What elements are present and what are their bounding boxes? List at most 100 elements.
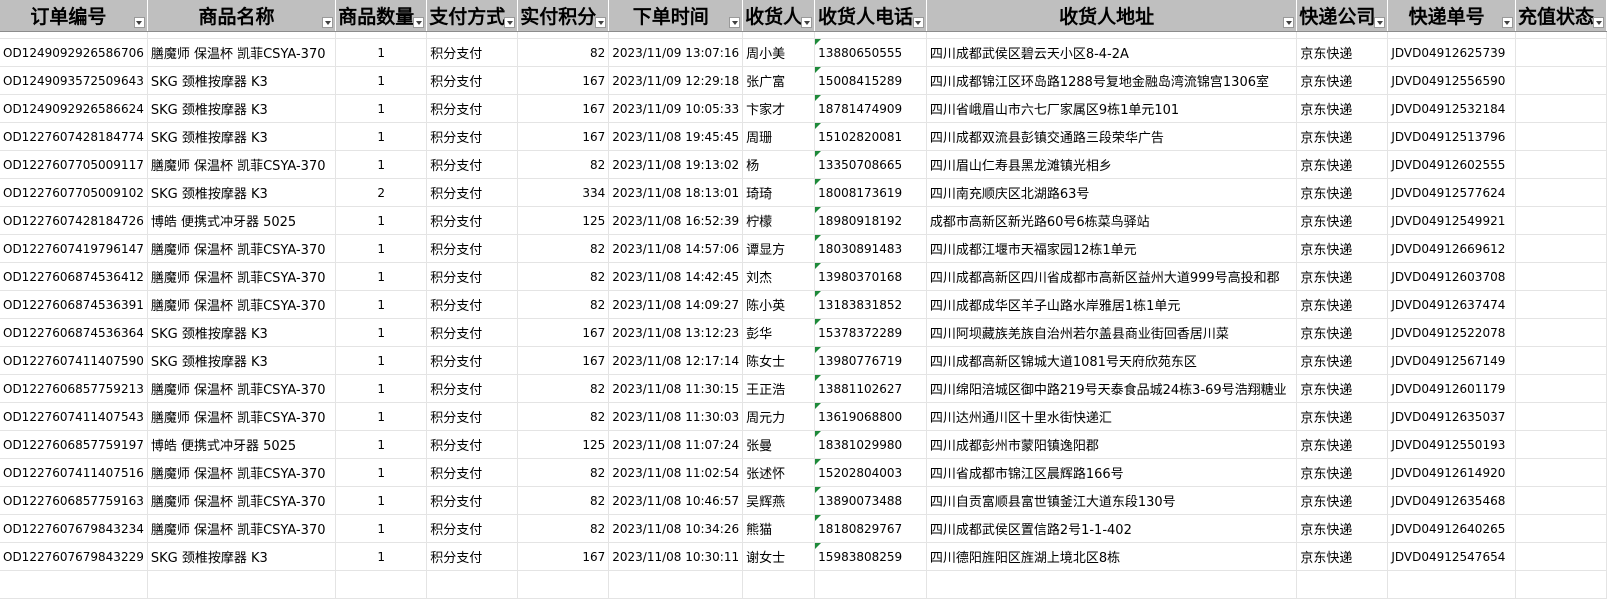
empty-cell[interactable] xyxy=(517,570,610,599)
empty-cell[interactable] xyxy=(1387,31,1516,39)
cell-product-name[interactable]: 膳魔师 保温杯 凯菲CSYA-370 xyxy=(147,150,337,179)
cell-tracking-number[interactable]: JDVD04912603708 xyxy=(1387,262,1516,291)
cell-tracking-number[interactable]: JDVD04912549921 xyxy=(1387,206,1516,235)
header-payment-method[interactable]: 支付方式 xyxy=(426,0,519,32)
cell-order-id[interactable]: OD1227606874536364 xyxy=(0,318,148,347)
cell-payment-method[interactable]: 积分支付 xyxy=(426,150,519,179)
cell-order-id[interactable]: OD1249093572509643 xyxy=(0,66,148,95)
cell-recipient-address[interactable]: 四川南充顺庆区北湖路63号 xyxy=(926,178,1298,207)
cell-courier[interactable]: 京东快递 xyxy=(1296,346,1389,375)
cell-quantity[interactable]: 1 xyxy=(335,374,428,403)
cell-recipient[interactable]: 杨 xyxy=(742,150,816,179)
empty-cell[interactable] xyxy=(1296,570,1389,599)
cell-recipient[interactable]: 王正浩 xyxy=(742,374,816,403)
cell-recipient-address[interactable]: 四川成都高新区锦城大道1081号天府欣苑东区 xyxy=(926,346,1298,375)
cell-tracking-number[interactable]: JDVD04912547654 xyxy=(1387,542,1516,571)
cell-product-name[interactable]: SKG 颈椎按摩器 K3 xyxy=(147,542,337,571)
empty-cell[interactable] xyxy=(0,31,148,39)
cell-recipient[interactable]: 周元力 xyxy=(742,402,816,431)
cell-points-paid[interactable]: 82 xyxy=(517,374,610,403)
empty-cell[interactable] xyxy=(147,570,337,599)
cell-recharge-status[interactable] xyxy=(1515,514,1607,543)
cell-courier[interactable]: 京东快递 xyxy=(1296,458,1389,487)
cell-product-name[interactable]: SKG 颈椎按摩器 K3 xyxy=(147,318,337,347)
cell-points-paid[interactable]: 125 xyxy=(517,430,610,459)
cell-recipient-phone[interactable]: 18008173619 xyxy=(814,178,927,207)
empty-cell[interactable] xyxy=(742,570,816,599)
cell-recipient-address[interactable]: 四川自贡富顺县富世镇釜江大道东段130号 xyxy=(926,486,1298,515)
cell-product-name[interactable]: 膳魔师 保温杯 凯菲CSYA-370 xyxy=(147,290,337,319)
cell-order-time[interactable]: 2023/11/08 18:13:01 xyxy=(608,178,744,207)
empty-cell[interactable] xyxy=(426,570,519,599)
cell-tracking-number[interactable]: JDVD04912602555 xyxy=(1387,150,1516,179)
cell-courier[interactable]: 京东快递 xyxy=(1296,290,1389,319)
cell-order-time[interactable]: 2023/11/09 12:29:18 xyxy=(608,66,744,95)
cell-recipient-address[interactable]: 四川成都江堰市天福家园12栋1单元 xyxy=(926,234,1298,263)
header-product-name[interactable]: 商品名称 xyxy=(147,0,337,32)
cell-order-time[interactable]: 2023/11/08 16:52:39 xyxy=(608,206,744,235)
filter-dropdown-icon[interactable] xyxy=(504,17,516,28)
cell-quantity[interactable]: 1 xyxy=(335,66,428,95)
cell-recharge-status[interactable] xyxy=(1515,150,1607,179)
empty-cell[interactable] xyxy=(742,31,816,39)
empty-cell[interactable] xyxy=(517,31,610,39)
cell-recharge-status[interactable] xyxy=(1515,234,1607,263)
cell-recipient-phone[interactable]: 13890073488 xyxy=(814,486,927,515)
cell-recipient[interactable]: 陈小英 xyxy=(742,290,816,319)
cell-recipient-phone[interactable]: 18781474909 xyxy=(814,94,927,123)
cell-recipient-phone[interactable]: 18980918192 xyxy=(814,206,927,235)
cell-recipient-phone[interactable]: 18180829767 xyxy=(814,514,927,543)
cell-recipient-phone[interactable]: 18381029980 xyxy=(814,430,927,459)
cell-recharge-status[interactable] xyxy=(1515,486,1607,515)
cell-order-time[interactable]: 2023/11/08 10:34:26 xyxy=(608,514,744,543)
cell-order-time[interactable]: 2023/11/08 10:46:57 xyxy=(608,486,744,515)
filter-dropdown-icon[interactable] xyxy=(912,17,924,28)
cell-quantity[interactable]: 1 xyxy=(335,402,428,431)
cell-product-name[interactable]: 膳魔师 保温杯 凯菲CSYA-370 xyxy=(147,234,337,263)
cell-payment-method[interactable]: 积分支付 xyxy=(426,122,519,151)
cell-tracking-number[interactable]: JDVD04912601179 xyxy=(1387,374,1516,403)
cell-recharge-status[interactable] xyxy=(1515,206,1607,235)
cell-points-paid[interactable]: 82 xyxy=(517,458,610,487)
cell-tracking-number[interactable]: JDVD04912635468 xyxy=(1387,486,1516,515)
empty-cell[interactable] xyxy=(426,31,519,39)
cell-recipient[interactable]: 琦琦 xyxy=(742,178,816,207)
cell-order-time[interactable]: 2023/11/08 11:02:54 xyxy=(608,458,744,487)
header-order-time[interactable]: 下单时间 xyxy=(608,0,744,32)
cell-recipient-address[interactable]: 四川成都高新区四川省成都市高新区益州大道999号高投和郡 xyxy=(926,262,1298,291)
cell-order-id[interactable]: OD1227607411407543 xyxy=(0,402,148,431)
cell-order-time[interactable]: 2023/11/08 10:30:11 xyxy=(608,542,744,571)
cell-courier[interactable]: 京东快递 xyxy=(1296,402,1389,431)
cell-quantity[interactable]: 1 xyxy=(335,234,428,263)
cell-order-time[interactable]: 2023/11/08 14:42:45 xyxy=(608,262,744,291)
cell-recharge-status[interactable] xyxy=(1515,374,1607,403)
cell-tracking-number[interactable]: JDVD04912513796 xyxy=(1387,122,1516,151)
cell-order-time[interactable]: 2023/11/08 12:17:14 xyxy=(608,346,744,375)
cell-recipient[interactable]: 彭华 xyxy=(742,318,816,347)
cell-payment-method[interactable]: 积分支付 xyxy=(426,262,519,291)
cell-courier[interactable]: 京东快递 xyxy=(1296,206,1389,235)
cell-quantity[interactable]: 1 xyxy=(335,486,428,515)
cell-product-name[interactable]: SKG 颈椎按摩器 K3 xyxy=(147,346,337,375)
cell-order-id[interactable]: OD1227606874536412 xyxy=(0,262,148,291)
cell-points-paid[interactable]: 82 xyxy=(517,486,610,515)
cell-points-paid[interactable]: 125 xyxy=(517,206,610,235)
cell-order-id[interactable]: OD1227607411407590 xyxy=(0,346,148,375)
filter-dropdown-icon[interactable] xyxy=(1283,17,1295,28)
cell-order-id[interactable]: OD1227607428184774 xyxy=(0,122,148,151)
cell-points-paid[interactable]: 82 xyxy=(517,514,610,543)
cell-courier[interactable]: 京东快递 xyxy=(1296,178,1389,207)
cell-courier[interactable]: 京东快递 xyxy=(1296,122,1389,151)
cell-points-paid[interactable]: 167 xyxy=(517,346,610,375)
cell-recipient-phone[interactable]: 13350708665 xyxy=(814,150,927,179)
cell-recipient[interactable]: 谢女士 xyxy=(742,542,816,571)
cell-tracking-number[interactable]: JDVD04912640265 xyxy=(1387,514,1516,543)
cell-recipient-phone[interactable]: 15102820081 xyxy=(814,122,927,151)
cell-recharge-status[interactable] xyxy=(1515,290,1607,319)
cell-recipient[interactable]: 熊猫 xyxy=(742,514,816,543)
cell-recipient-phone[interactable]: 13183831852 xyxy=(814,290,927,319)
cell-courier[interactable]: 京东快递 xyxy=(1296,94,1389,123)
cell-order-id[interactable]: OD1227607411407516 xyxy=(0,458,148,487)
empty-cell[interactable] xyxy=(1515,570,1607,599)
cell-tracking-number[interactable]: JDVD04912550193 xyxy=(1387,430,1516,459)
